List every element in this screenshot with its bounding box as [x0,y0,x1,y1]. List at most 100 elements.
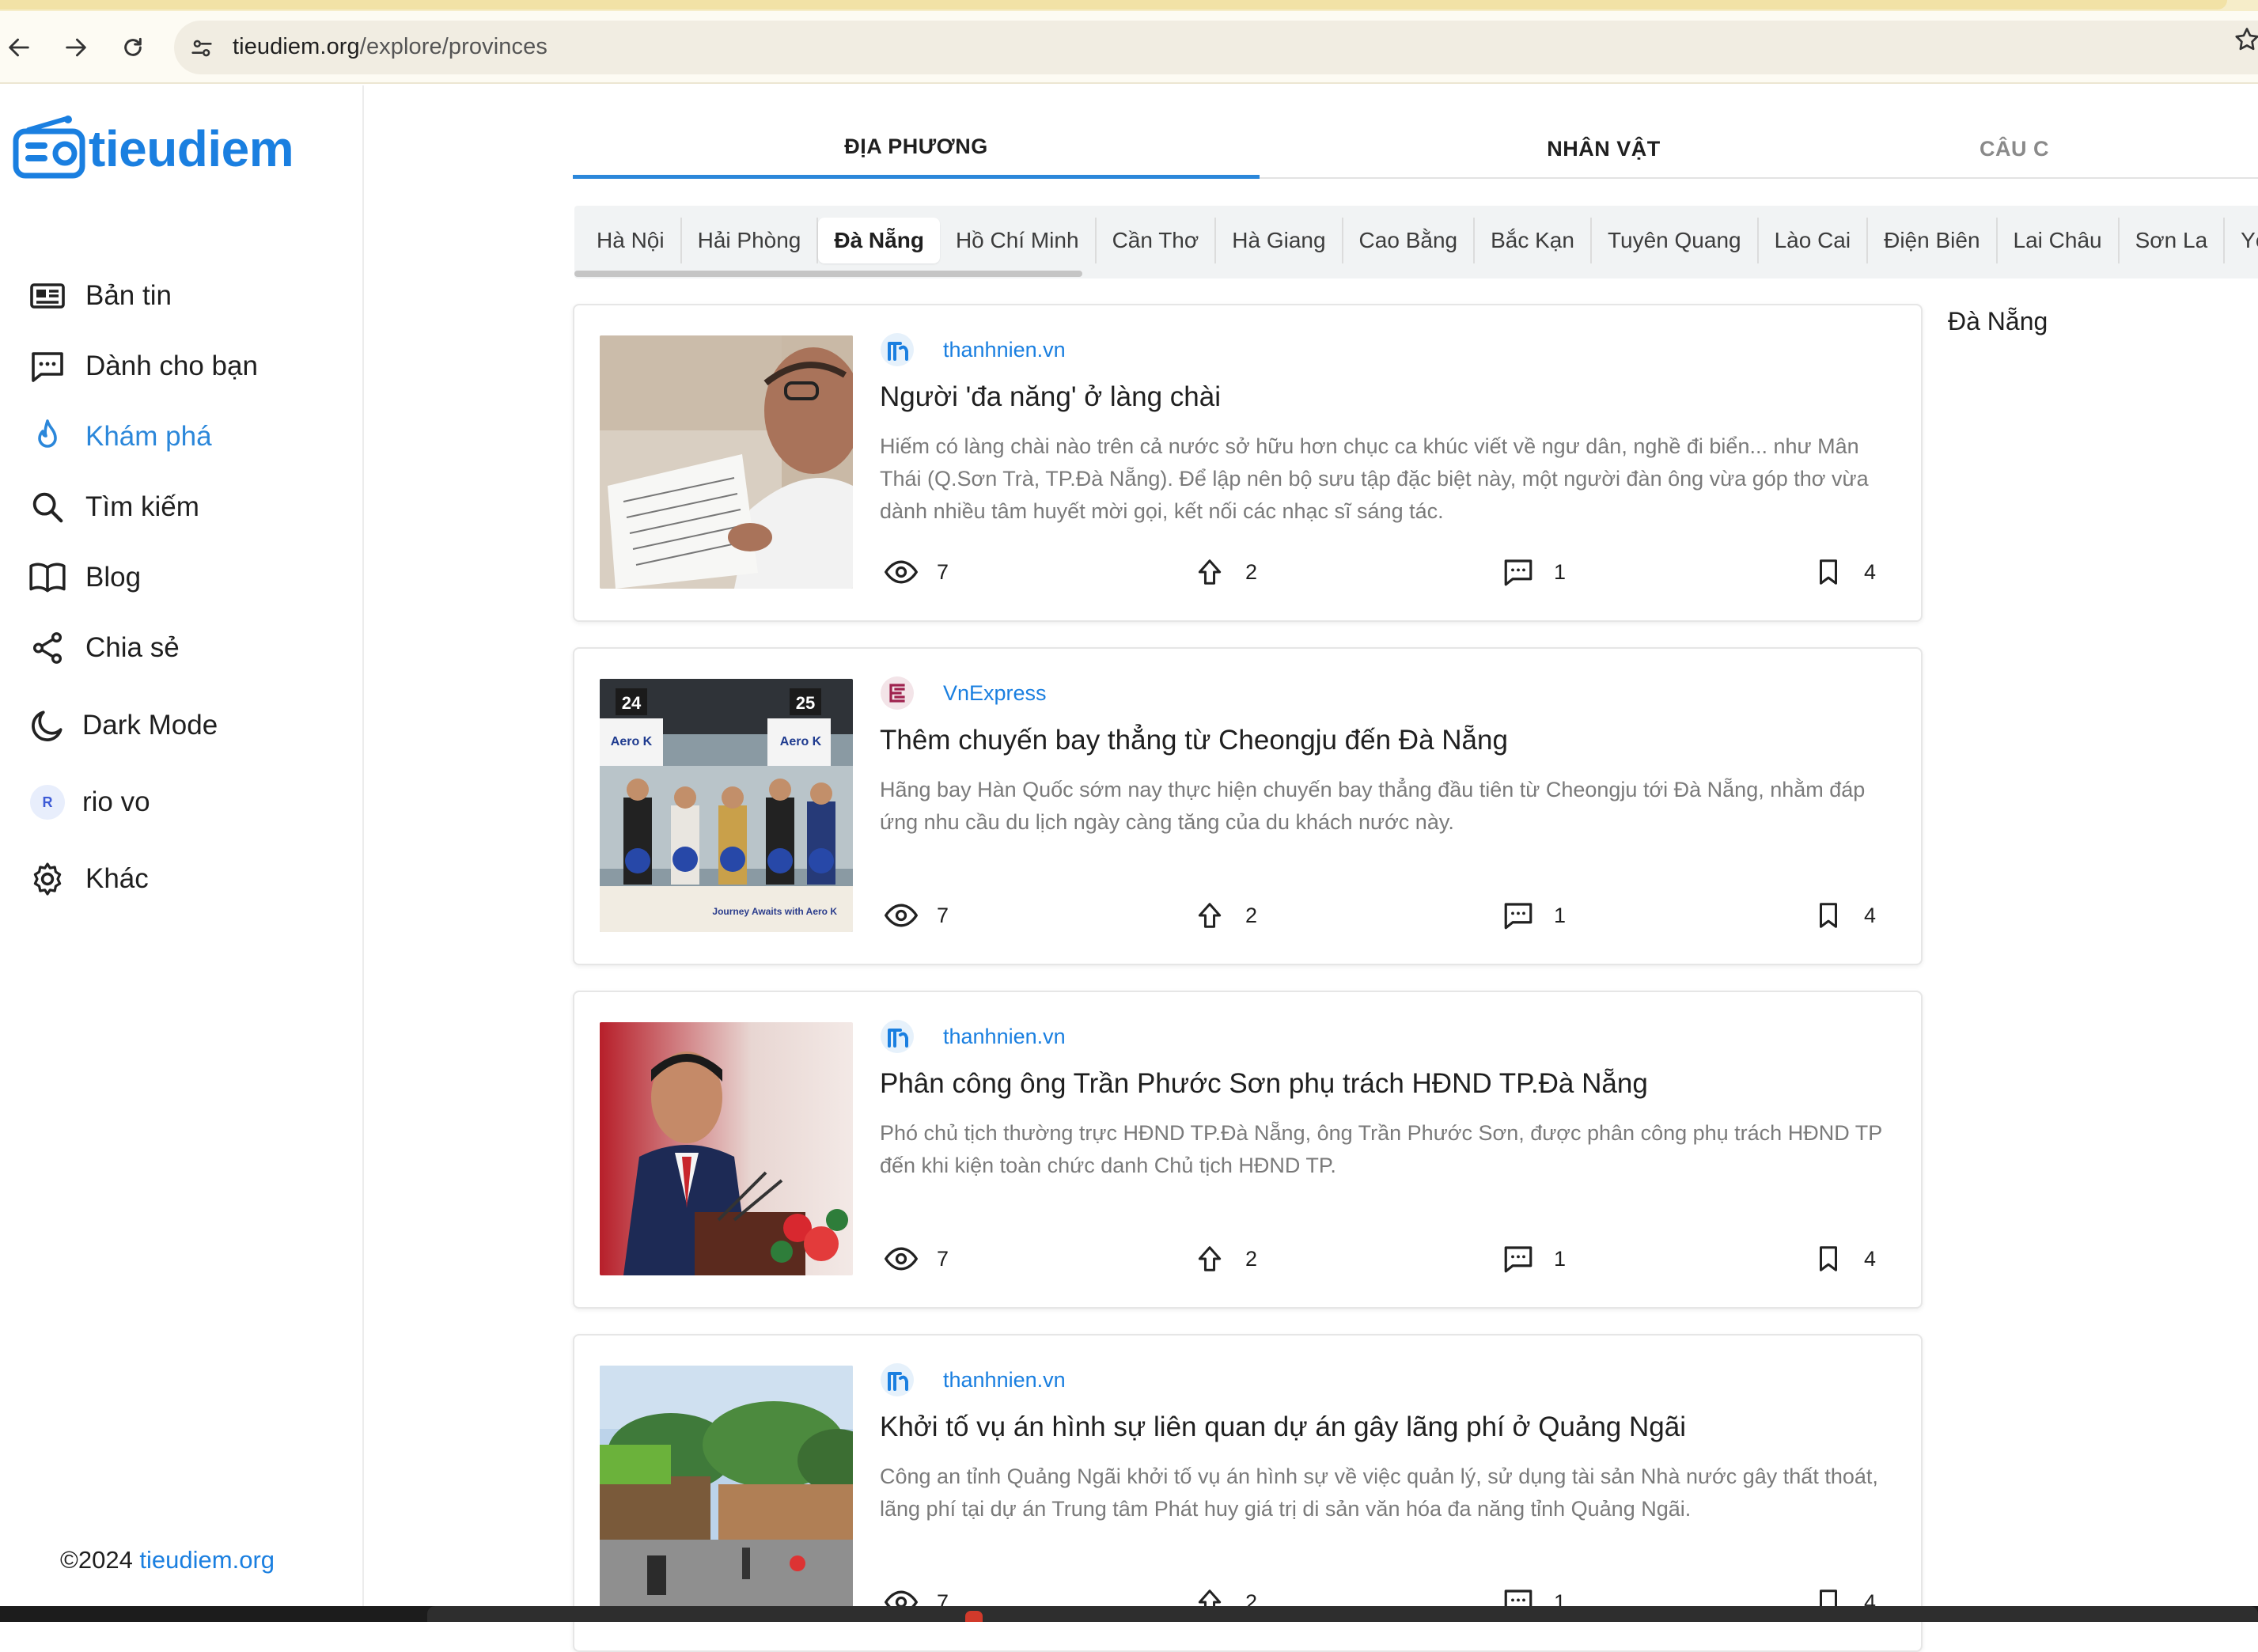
source-name[interactable]: thanhnien.vn [943,1368,1066,1392]
views-stat[interactable]: 7 [880,1237,949,1280]
article-source[interactable]: thanhnien.vn [880,1362,1066,1397]
svg-text:Aero K: Aero K [611,735,653,748]
views-count: 7 [937,1246,949,1271]
sidebar-item-tim-kiem[interactable]: Tìm kiếm [25,483,199,531]
province-chip[interactable]: Lào Cai [1759,218,1869,263]
bookmark-icon [1807,1237,1850,1280]
sidebar-item-label: Blog [85,562,142,593]
sidebar-item-kham-pha[interactable]: Khám phá [25,413,212,460]
reload-icon[interactable] [117,32,149,63]
os-dock-strip [0,1606,2258,1622]
site-logo[interactable]: tieudiem [13,116,294,182]
province-chip[interactable]: Sơn La [2120,218,2226,263]
vnexpress-logo-icon [881,676,914,710]
url-text: tieudiem.org/explore/provinces [233,34,547,59]
province-scrollbar[interactable] [574,271,1082,277]
sidebar-item-label: Dark Mode [82,710,218,741]
province-chip[interactable]: Cao Bằng [1343,218,1476,263]
article-stats: 7 2 1 4 [880,1237,1908,1282]
back-arrow-icon[interactable] [3,32,35,63]
bookmark-star-icon[interactable] [2233,25,2258,57]
source-name[interactable]: thanhnien.vn [943,338,1066,362]
article-title[interactable]: Phân công ông Trần Phước Sơn phụ trách H… [880,1067,1892,1101]
comment-button[interactable]: 1 [1497,1237,1566,1280]
comment-icon [1497,1237,1540,1280]
province-chip[interactable]: Đà Nẵng [818,218,940,263]
footer-site-link[interactable]: tieudiem.org [139,1546,275,1574]
article-source[interactable]: thanhnien.vn [880,332,1066,367]
article-card[interactable]: thanhnien.vn Phân công ông Trần Phước Sơ… [573,991,1923,1309]
bookmark-button[interactable]: 4 [1807,1237,1876,1280]
sidebar-item-label: Khác [85,863,149,894]
comment-button[interactable]: 1 [1497,551,1566,593]
bookmark-count: 4 [1864,903,1877,927]
article-card[interactable]: thanhnien.vn Khởi tố vụ án hình sự liên … [573,1334,1923,1652]
comment-icon [1497,551,1540,593]
comment-button[interactable]: 1 [1497,894,1566,937]
tab-dia-phuong[interactable]: ĐỊA PHƯƠNG [573,119,1260,179]
forward-arrow-icon[interactable] [60,32,92,63]
upvote-button[interactable]: 2 [1188,1237,1257,1280]
article-stats: 7 2 1 4 [880,551,1908,595]
province-chip[interactable]: Bắc Kạn [1475,218,1592,263]
article-source[interactable]: VnExpress [880,676,1047,710]
upvote-count: 2 [1245,903,1258,927]
bookmark-button[interactable]: 4 [1807,894,1876,937]
province-chip[interactable]: Hải Phòng [682,218,819,263]
address-bar[interactable]: tieudiem.org/explore/provinces [174,21,2258,74]
sidebar-item-profile[interactable]: R rio vo [25,779,150,826]
article-source[interactable]: thanhnien.vn [880,1019,1066,1054]
upvote-button[interactable]: 2 [1188,894,1257,937]
source-name[interactable]: thanhnien.vn [943,1025,1066,1049]
province-chip[interactable]: Lai Châu [1998,218,2120,263]
site-settings-icon[interactable] [188,35,215,62]
province-chip[interactable]: Hà Giang [1216,218,1343,263]
views-count: 7 [937,559,949,584]
sidebar-item-blog[interactable]: Blog [25,554,141,601]
upvote-arrow-icon [1188,551,1231,593]
sidebar-item-chia-se[interactable]: Chia sẻ [25,624,180,672]
eye-icon [880,1237,923,1280]
article-summary: Hiếm có làng chài nào trên cả nước sở hữ… [880,434,1869,523]
province-chip[interactable]: Cần Thơ [1097,218,1217,263]
dark-mode-toggle[interactable]: Dark Mode [25,702,218,749]
views-count: 7 [937,903,949,927]
article-thumbnail[interactable] [600,335,853,589]
sidebar-item-khac[interactable]: Khác [25,855,149,903]
article-title[interactable]: Khởi tố vụ án hình sự liên quan dự án gâ… [880,1410,1892,1445]
sidebar-item-label: Khám phá [85,421,212,452]
thanhnien-logo-icon [880,1362,915,1397]
search-icon [25,485,70,529]
copyright-text: ©2024 [60,1546,140,1574]
upvote-button[interactable]: 2 [1188,551,1257,593]
province-filter-bar: Hà Nội Hải Phòng Đà Nẵng Hồ Chí Minh Cần Thơ… [574,206,2258,278]
article-title[interactable]: Người 'đa năng' ở làng chài [880,380,1892,415]
bookmark-button[interactable]: 4 [1807,551,1876,593]
views-stat[interactable]: 7 [880,551,949,593]
article-thumbnail[interactable] [600,1022,853,1275]
upvote-arrow-icon [1188,1237,1231,1280]
article-title[interactable]: Thêm chuyến bay thẳng từ Cheongju đến Đà… [880,723,1892,758]
source-name[interactable]: VnExpress [943,681,1047,706]
article-stats: 7 2 1 4 [880,894,1908,938]
article-card[interactable]: thanhnien.vn Người 'đa năng' ở làng chài… [573,304,1923,622]
copyright-footer: ©2024 tieudiem.org [60,1546,275,1574]
comment-count: 1 [1554,559,1567,584]
eye-icon [880,894,923,937]
province-chip[interactable]: Hà Nội [581,218,682,263]
tab-nhan-vat[interactable]: NHÂN VẬT [1260,119,1948,179]
views-stat[interactable]: 7 [880,894,949,937]
province-chip[interactable]: Tuyên Quang [1592,218,1759,263]
province-chip[interactable]: Điện Biên [1868,218,1998,263]
selected-province-label: Đà Nẵng [1948,307,2048,335]
article-thumbnail[interactable] [600,1366,853,1619]
article-thumbnail[interactable]: 24 25 Aero K Aero K Journey Awaits with … [600,679,853,932]
province-chip[interactable]: Hồ Chí Minh [940,218,1097,263]
article-card[interactable]: 24 25 Aero K Aero K Journey Awaits with … [573,647,1923,965]
sidebar-item-ban-tin[interactable]: Bản tin [25,272,172,320]
thanhnien-logo-icon [880,332,915,367]
province-chip[interactable]: Yên Bái [2225,218,2258,263]
sidebar-item-danh-cho-ban[interactable]: Dành cho bạn [25,343,258,390]
tab-cau-chuyen[interactable]: CÂU C [1962,119,2258,179]
photo-street-scene [600,1366,853,1619]
